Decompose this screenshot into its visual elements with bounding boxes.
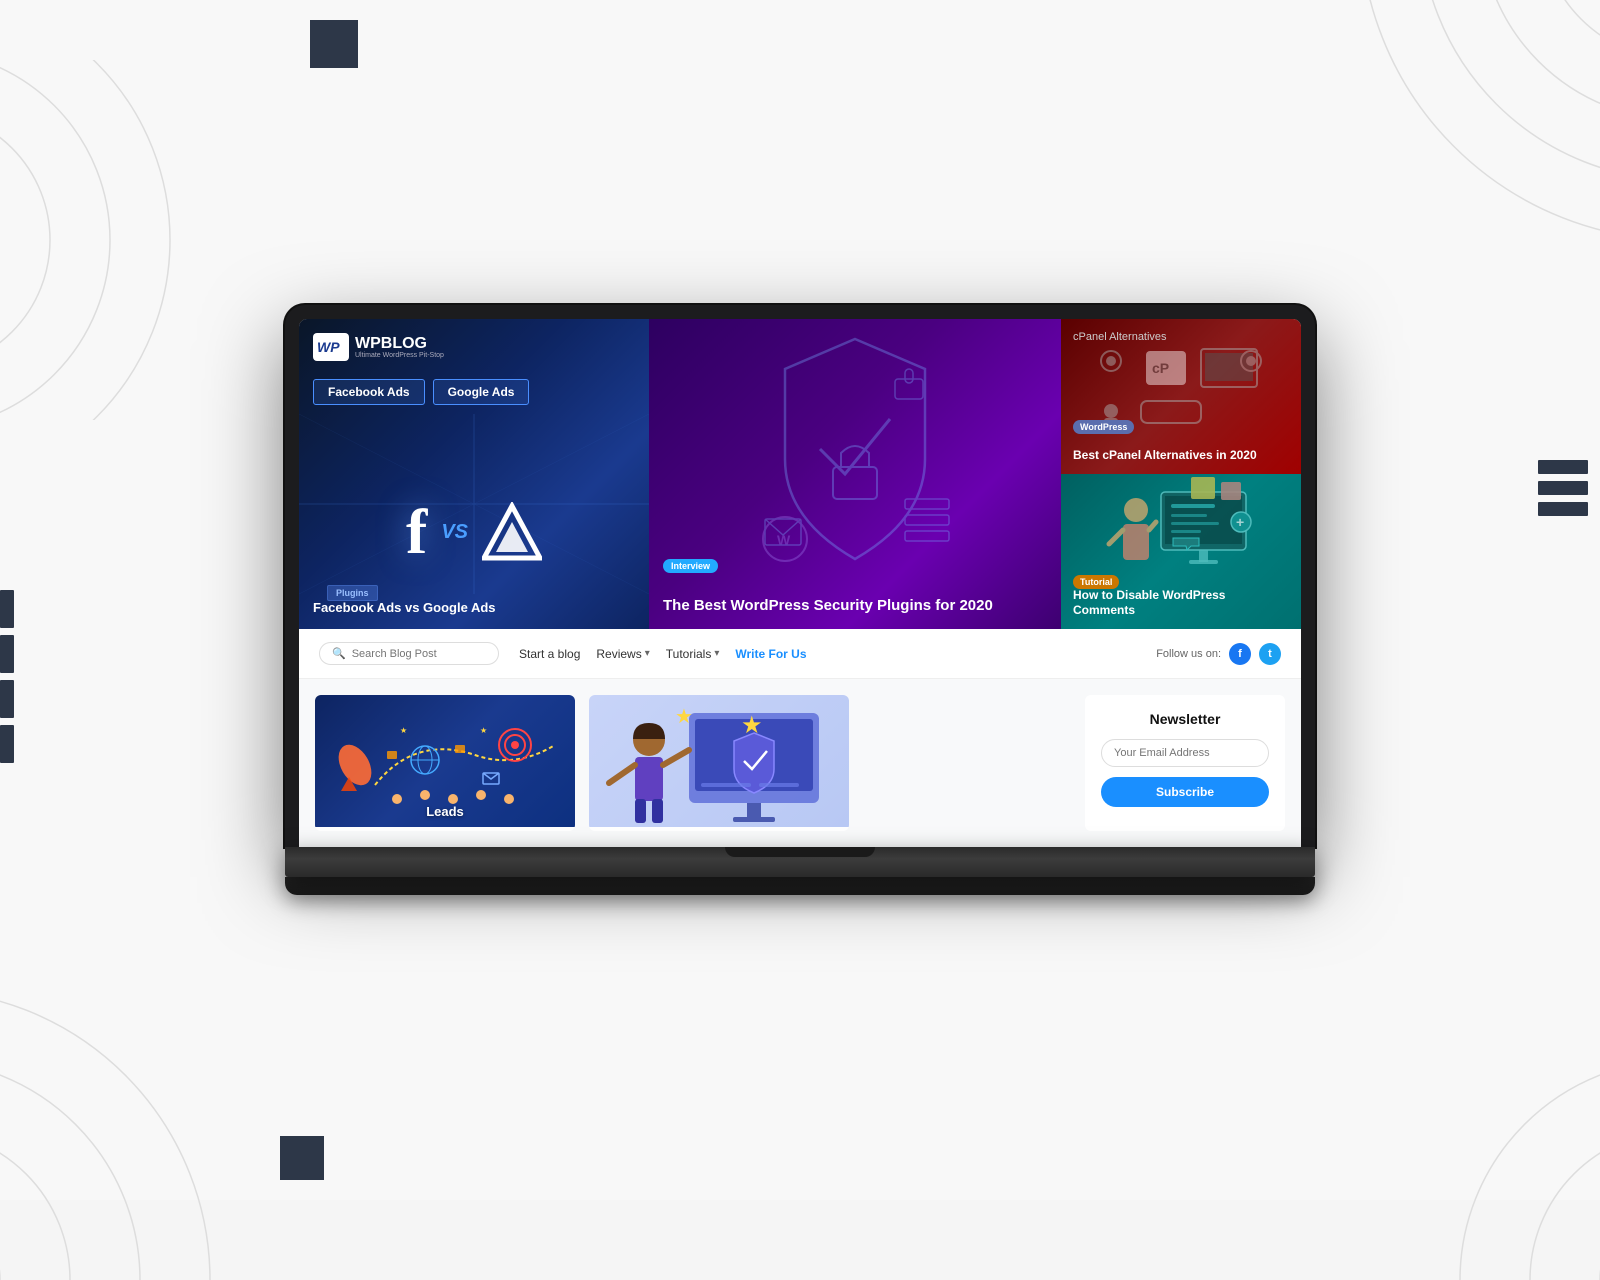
svg-text:★: ★ — [400, 726, 407, 735]
search-box[interactable]: 🔍 — [319, 642, 499, 665]
svg-text:+: + — [1236, 514, 1244, 530]
deco-bars-left — [0, 590, 14, 763]
site-logo[interactable]: WP WPBLOG Ultimate WordPress Pit-Stop — [313, 333, 444, 361]
site-brand: WPBLOG — [355, 335, 444, 353]
post-card-leads-image: ★ ★ — [315, 695, 575, 827]
svg-text:cP: cP — [1152, 360, 1169, 376]
laptop: WP WPBLOG Ultimate WordPress Pit-Stop — [285, 305, 1315, 895]
deco-square-bottom — [280, 1136, 324, 1180]
newsletter-email-input[interactable] — [1101, 739, 1269, 767]
hero-right-top-title: Best cPanel Alternatives in 2020 — [1073, 448, 1289, 464]
hero-tabs: Facebook Ads Google Ads — [313, 379, 529, 405]
nav-links: Start a blog Reviews Tutorials Write For… — [519, 647, 1136, 661]
hero-right-bottom-title: How to Disable WordPress Comments — [1073, 588, 1289, 619]
svg-text:★: ★ — [480, 726, 487, 735]
laptop-screen: WP WPBLOG Ultimate WordPress Pit-Stop — [299, 319, 1301, 847]
hero-left-title: Facebook Ads vs Google Ads — [313, 600, 496, 615]
hero-center-panel: W — [649, 319, 1061, 629]
nav-bar: 🔍 Start a blog Reviews — [299, 629, 1301, 679]
wp-icon: WP — [313, 333, 349, 361]
hero-center-title: The Best WordPress Security Plugins for … — [663, 596, 1047, 616]
content-section: ★ ★ — [299, 679, 1301, 847]
post-card-freelance-image: ★ — [589, 695, 849, 827]
hero-right-bottom-panel: + Tutorial How to Disable WordPress Comm… — [1061, 474, 1301, 629]
hero-center-badge: Interview — [663, 559, 718, 573]
posts-grid: ★ ★ — [315, 695, 1071, 831]
nav-link-write-for-us[interactable]: Write For Us — [735, 647, 806, 661]
svg-text:★: ★ — [675, 706, 693, 728]
post-card-freelance: ★ — [589, 695, 849, 831]
freelance-illustration: ★ — [589, 695, 849, 827]
nav-link-start-blog[interactable]: Start a blog — [519, 647, 580, 661]
search-input[interactable] — [352, 648, 482, 660]
hero-section: WP WPBLOG Ultimate WordPress Pit-Stop — [299, 319, 1301, 629]
post-card-leads: ★ ★ — [315, 695, 575, 831]
tab-facebook-ads[interactable]: Facebook Ads — [313, 379, 425, 405]
vs-text: VS — [441, 521, 468, 544]
newsletter-subscribe-button[interactable]: Subscribe — [1101, 777, 1269, 807]
facebook-social-icon[interactable]: f — [1229, 643, 1251, 665]
follow-label: Follow us on: — [1156, 648, 1221, 660]
twitter-social-icon[interactable]: t — [1259, 643, 1281, 665]
newsletter-title: Newsletter — [1101, 711, 1269, 727]
laptop-base — [285, 847, 1315, 877]
site-tagline: Ultimate WordPress Pit-Stop — [355, 352, 444, 359]
deco-square-top — [310, 20, 358, 68]
search-icon: 🔍 — [332, 647, 346, 660]
deco-bars-right — [1538, 460, 1588, 516]
anchor-logo — [482, 502, 542, 562]
nav-link-tutorials[interactable]: Tutorials — [666, 647, 720, 661]
newsletter-card: Newsletter Subscribe — [1085, 695, 1285, 831]
svg-text:WP: WP — [317, 339, 340, 355]
tab-google-ads[interactable]: Google Ads — [433, 379, 530, 405]
hero-left-panel: WP WPBLOG Ultimate WordPress Pit-Stop — [299, 319, 649, 629]
laptop-hinge — [725, 847, 875, 857]
laptop-foot — [285, 877, 1315, 895]
social-follow: Follow us on: f t — [1156, 643, 1281, 665]
hero-right-top-panel: cPanel Alternatives cP — [1061, 319, 1301, 474]
leads-label: Leads — [426, 804, 464, 819]
facebook-letter: f — [406, 495, 427, 569]
svg-text:★: ★ — [741, 712, 763, 739]
nav-link-reviews[interactable]: Reviews — [596, 647, 649, 661]
hero-right-panels: cPanel Alternatives cP — [1061, 319, 1301, 629]
hero-right-top-badge: WordPress — [1073, 420, 1134, 434]
hero-left-badge: Plugins — [327, 585, 378, 601]
